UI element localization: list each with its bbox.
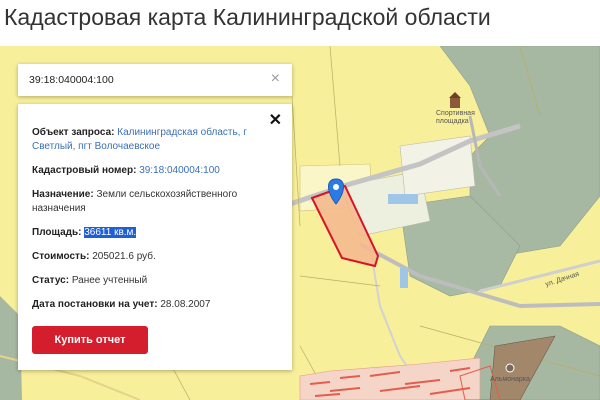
area-label: Площадь: <box>32 227 82 238</box>
date-value: 28.08.2007 <box>160 299 211 310</box>
cadastral-label: Кадастровый номер: <box>32 165 137 176</box>
poi-icon <box>505 363 515 373</box>
status-value: Ранее учтенный <box>71 275 148 286</box>
map-label-sport: Спортивная площадка <box>436 110 475 125</box>
info-row-purpose: Назначение: Земли сельскохозяйственного … <box>32 188 262 216</box>
close-icon[interactable]: ✕ <box>269 110 282 130</box>
info-row-status: Статус: Ранее учтенный <box>32 274 262 288</box>
status-label: Статус: <box>32 275 70 286</box>
request-label: Объект запроса: <box>32 127 115 138</box>
water-feature <box>388 194 418 204</box>
cost-label: Стоимость: <box>32 251 90 262</box>
parcel-info-card: ✕ Объект запроса: Калининградская област… <box>18 104 292 370</box>
page-title: Кадастровая карта Калининградской област… <box>4 4 491 30</box>
map-label-poi: Альмонарка <box>490 376 530 383</box>
info-row-cadastral: Кадастровый номер: 39:18:040004:100 <box>32 164 262 178</box>
info-row-request: Объект запроса: Калининградская область,… <box>32 126 262 154</box>
buy-report-button[interactable]: Купить отчет <box>32 326 148 354</box>
cost-value: 205021.6 руб. <box>92 251 156 262</box>
date-label: Дата постановки на учет: <box>32 299 158 310</box>
purpose-label: Назначение: <box>32 189 94 200</box>
search-panel: 39:18:040004:100 × <box>18 64 292 96</box>
info-row-date: Дата постановки на учет: 28.08.2007 <box>32 298 262 312</box>
info-row-cost: Стоимость: 205021.6 руб. <box>32 250 262 264</box>
search-input[interactable]: 39:18:040004:100 <box>29 74 114 86</box>
clear-search-icon[interactable]: × <box>271 70 280 88</box>
water-feature <box>400 268 408 288</box>
area-value: 36611 кв.м. <box>84 227 137 238</box>
cadastral-value[interactable]: 39:18:040004:100 <box>139 165 220 176</box>
info-row-area: Площадь: 36611 кв.м. <box>32 226 262 240</box>
